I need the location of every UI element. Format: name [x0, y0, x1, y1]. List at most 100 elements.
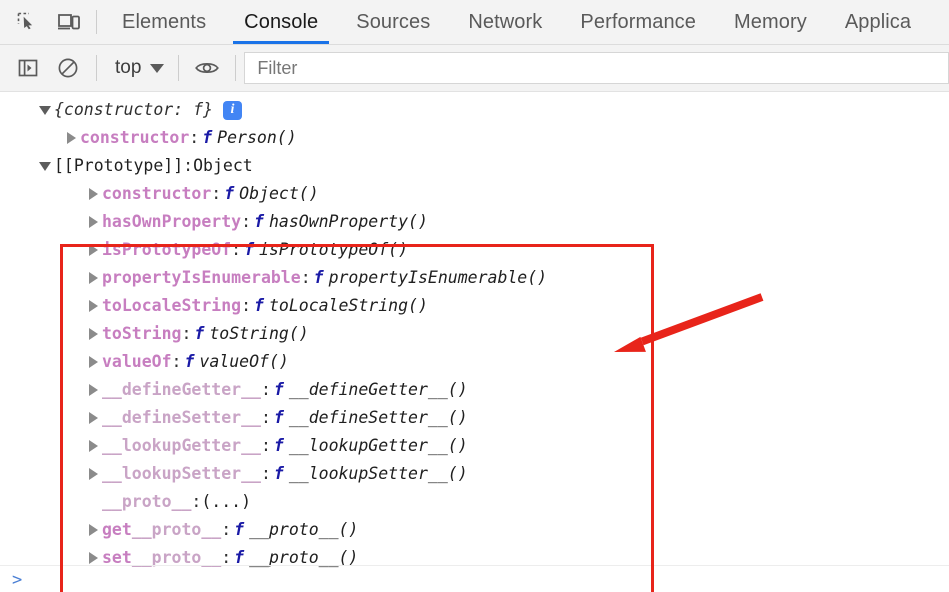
chevron-down-icon: [150, 63, 165, 73]
devtools-tabs: Elements Console Sources Network Perform…: [103, 0, 930, 44]
inspect-element-icon[interactable]: [6, 0, 48, 44]
expand-triangle-right-icon[interactable]: [84, 356, 102, 368]
filter-input[interactable]: Filter: [244, 52, 949, 84]
console-property-row[interactable]: propertyIsEnumerable: f propertyIsEnumera…: [0, 264, 949, 292]
devtools-window: Elements Console Sources Network Perform…: [0, 0, 949, 592]
tab-sources[interactable]: Sources: [337, 0, 449, 44]
console-row-segment-fnmark: f: [313, 268, 324, 287]
console-property-row[interactable]: __defineSetter__: f __defineSetter__(): [0, 404, 949, 432]
expand-triangle-right-icon[interactable]: [62, 132, 80, 144]
console-row-segment-prop: constructor: [102, 184, 212, 203]
console-row-segment-fnname: Person(): [217, 128, 297, 147]
expand-triangle-right-icon[interactable]: [84, 440, 102, 452]
expand-triangle-right-icon[interactable]: [84, 244, 102, 256]
expand-triangle-right-icon[interactable]: [84, 272, 102, 284]
console-property-row[interactable]: __defineGetter__: f __defineGetter__(): [0, 376, 949, 404]
tab-application[interactable]: Applica: [826, 0, 930, 44]
console-property-row[interactable]: toLocaleString: f toLocaleString(): [0, 292, 949, 320]
console-row-segment-fnname: __defineGetter__(): [288, 380, 468, 399]
console-property-row[interactable]: isPrototypeOf: f isPrototypeOf(): [0, 236, 949, 264]
console-row-segment-fnmark: f: [254, 296, 264, 315]
console-row-segment-fnname: __proto__(): [249, 520, 359, 539]
console-property-row[interactable]: valueOf: f valueOf(): [0, 348, 949, 376]
prompt-divider: [0, 565, 949, 566]
console-row-segment-propdim: __proto__: [131, 548, 222, 567]
console-row-segment-punc: :: [211, 184, 222, 203]
tab-performance[interactable]: Performance: [561, 0, 715, 44]
expand-triangle-right-icon[interactable]: [84, 552, 102, 564]
devtools-tabbar: Elements Console Sources Network Perform…: [0, 0, 949, 45]
console-row-segment-prop: toLocaleString: [102, 296, 242, 315]
console-output-area: {constructor: f} i constructor: f Person()[…: [0, 92, 949, 592]
console-row-segment-punc: :: [260, 380, 271, 399]
expand-triangle-right-icon[interactable]: [84, 412, 102, 424]
console-row-segment-fnname: __proto__(): [249, 548, 359, 567]
tabbar-divider: [96, 10, 97, 34]
console-property-row[interactable]: toString: f toString(): [0, 320, 949, 348]
info-badge-icon[interactable]: i: [222, 100, 242, 120]
expand-triangle-down-icon[interactable]: [36, 161, 54, 171]
console-row-segment-propdim: __lookupSetter__: [102, 464, 261, 483]
expand-triangle-right-icon[interactable]: [84, 188, 102, 200]
console-row-segment-fnmark: f: [273, 380, 284, 399]
expand-triangle-right-icon[interactable]: [84, 300, 102, 312]
console-row-segment-fnname: __defineSetter__(): [288, 408, 468, 427]
console-row-segment-punc: :: [189, 128, 200, 147]
console-row-segment-fnname: valueOf(): [199, 352, 289, 371]
console-row-segment-fnmark: f: [273, 408, 284, 427]
console-toolbar-divider-1: [96, 55, 97, 81]
expand-triangle-right-icon[interactable]: [84, 384, 102, 396]
console-row-segment-plainval: (...): [201, 492, 252, 511]
console-property-row[interactable]: set __proto__: f __proto__(): [0, 544, 949, 572]
console-row-segment-preview: {constructor: f}: [54, 100, 213, 119]
tab-network[interactable]: Network: [449, 0, 561, 44]
console-row-segment-fnmark: f: [194, 324, 205, 343]
tab-memory[interactable]: Memory: [715, 0, 826, 44]
console-row-segment-punc: :: [241, 296, 252, 315]
console-property-row[interactable]: __lookupSetter__: f __lookupSetter__(): [0, 460, 949, 488]
console-row-segment-punc: :: [231, 240, 242, 259]
console-prompt[interactable]: >: [12, 570, 22, 590]
expand-triangle-right-icon[interactable]: [84, 216, 102, 228]
device-toolbar-icon[interactable]: [48, 0, 90, 44]
eye-icon[interactable]: [187, 48, 227, 88]
console-row-segment-punc: :: [300, 268, 311, 287]
expand-triangle-right-icon[interactable]: [84, 468, 102, 480]
expand-triangle-right-icon[interactable]: [84, 524, 102, 536]
expand-triangle-right-icon[interactable]: [84, 328, 102, 340]
console-property-row[interactable]: constructor: f Object(): [0, 180, 949, 208]
console-row-segment-kw: set: [102, 548, 132, 567]
console-row-segment-prop: propertyIsEnumerable: [102, 268, 301, 287]
clear-console-icon[interactable]: [48, 48, 88, 88]
console-property-row[interactable]: [[Prototype]]: Object: [0, 152, 949, 180]
console-property-row[interactable]: {constructor: f} i: [0, 96, 949, 124]
console-property-row[interactable]: get __proto__: f __proto__(): [0, 516, 949, 544]
console-row-segment-fnname: hasOwnProperty(): [268, 212, 428, 231]
execution-context-selector[interactable]: top: [105, 52, 170, 84]
console-property-row[interactable]: __lookupGetter__: f __lookupGetter__(): [0, 432, 949, 460]
console-row-segment-punc: :: [183, 156, 194, 175]
console-row-segment-prop: toString: [102, 324, 182, 343]
console-row-segment-prop: isPrototypeOf: [102, 240, 232, 259]
console-sidebar-toggle-icon[interactable]: [8, 48, 48, 88]
console-property-row[interactable]: __proto__: (...): [0, 488, 949, 516]
console-row-segment-plainval: Object: [193, 156, 253, 175]
tab-elements[interactable]: Elements: [103, 0, 225, 44]
console-row-segment-prop: hasOwnProperty: [102, 212, 242, 231]
console-property-row[interactable]: constructor: f Person(): [0, 124, 949, 152]
console-property-row[interactable]: hasOwnProperty: f hasOwnProperty(): [0, 208, 949, 236]
console-row-segment-punc: :: [260, 408, 271, 427]
expand-triangle-down-icon[interactable]: [36, 105, 54, 115]
console-row-segment-fnmark: f: [202, 128, 213, 147]
tab-console[interactable]: Console: [225, 0, 337, 44]
console-row-segment-punc: :: [241, 212, 252, 231]
console-row-segment-propdim: __lookupGetter__: [102, 436, 261, 455]
console-row-segment-propdim: __defineGetter__: [102, 380, 261, 399]
console-row-segment-plain: [[Prototype]]: [54, 156, 184, 175]
console-row-segment-punc: :: [221, 520, 232, 539]
console-row-segment-punc: :: [260, 436, 271, 455]
console-row-segment-fnmark: f: [184, 352, 195, 371]
console-row-segment-fnmark: f: [234, 548, 245, 567]
console-toolbar: top Filter: [0, 45, 949, 92]
console-row-segment-fnname: toLocaleString(): [268, 296, 428, 315]
